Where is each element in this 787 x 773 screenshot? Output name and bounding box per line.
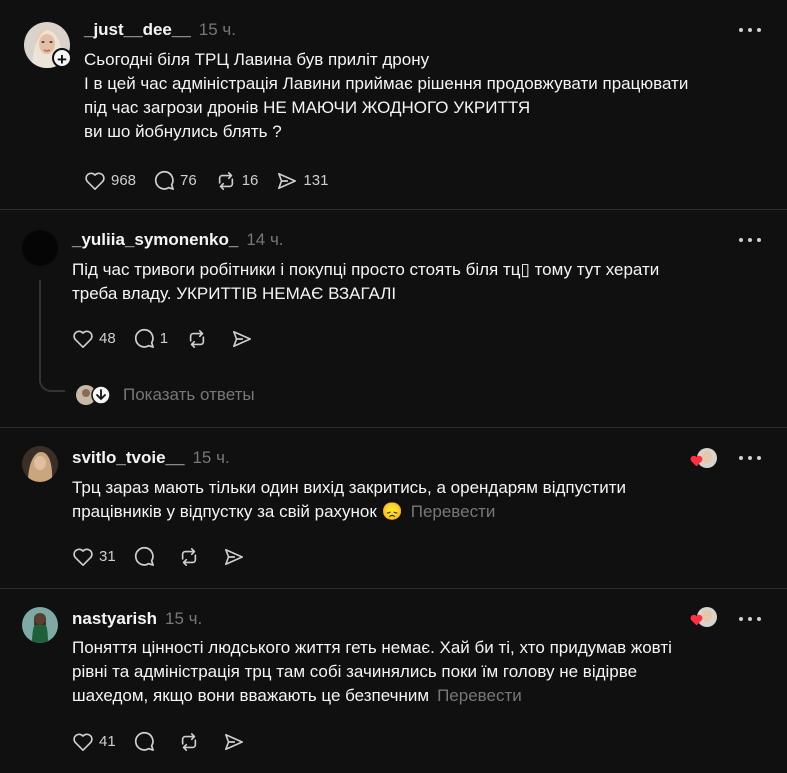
comment-icon (134, 328, 154, 348)
text-line: працівників у відпустку за свій рахунок … (72, 500, 626, 524)
text-line-content: працівників у відпустку за свій рахунок (72, 502, 377, 521)
comment-3: svitlo_tvoie__ 15 ч. Трц зараз мають тіль… (0, 428, 787, 588)
action-bar: 968 76 16 131 (84, 170, 346, 191)
liked-by-author (690, 607, 718, 629)
avatar[interactable] (22, 607, 58, 643)
comment-text: Трц зараз мають тільки один вихід закрит… (72, 476, 626, 524)
like-count: 48 (99, 330, 116, 347)
comment-text: Під час тривоги робітники і покупці прос… (72, 258, 659, 306)
repost-icon (218, 171, 233, 190)
share-button[interactable]: 131 (276, 171, 328, 191)
sad-emoji: 😞 (381, 502, 403, 521)
like-button[interactable]: 48 (72, 329, 116, 349)
timestamp[interactable]: 15 ч. (199, 20, 236, 39)
share-count: 131 (303, 172, 329, 189)
like-button[interactable]: 41 (72, 732, 116, 752)
comment-header: nastyarish 15 ч. (72, 609, 202, 629)
more-options-icon[interactable] (738, 236, 762, 244)
username[interactable]: svitlo_tvoie__ (72, 448, 184, 467)
send-icon (233, 330, 252, 347)
username[interactable]: nastyarish (72, 609, 157, 628)
repost-icon (181, 732, 196, 751)
heart-icon (690, 455, 703, 467)
username[interactable]: _just__dee__ (84, 20, 191, 39)
reply-button[interactable] (134, 731, 160, 752)
text-line: ви шо йобнулись блять ? (84, 122, 282, 141)
more-options-icon[interactable] (738, 454, 762, 462)
timestamp[interactable]: 15 ч. (165, 609, 202, 628)
comment-2: _yuliia_symonenko_ 14 ч. Під час тривоги … (0, 210, 787, 427)
heart-icon (73, 733, 93, 751)
like-button[interactable]: 968 (84, 171, 136, 191)
repost-button[interactable] (186, 329, 213, 349)
thread-line (39, 280, 41, 375)
reply-button[interactable]: 1 (134, 328, 168, 349)
more-options-icon[interactable] (738, 615, 762, 623)
send-icon (224, 548, 243, 565)
send-icon (278, 172, 297, 189)
heart-icon (73, 548, 93, 566)
reply-count: 76 (180, 172, 197, 189)
comment-text: Поняття цінності людського життя геть не… (72, 636, 672, 708)
arrow-down-icon (91, 385, 111, 405)
text-line-content: шахедом, якщо вони вважають це безпечним (72, 686, 430, 705)
comment-1: + _just__dee__ 15 ч. Сьогодні біля ТРЦ Ла… (0, 0, 787, 209)
translate-link[interactable]: Перевести (437, 686, 522, 705)
thread-curve (39, 368, 65, 392)
comment-icon (154, 170, 174, 190)
text-line: Під час тривоги робітники і покупці прос… (72, 260, 660, 279)
heart-icon (85, 172, 105, 190)
action-bar: 48 1 (72, 328, 276, 349)
show-replies-label: Показать ответы (123, 385, 255, 404)
reply-button[interactable] (134, 546, 160, 567)
like-count: 41 (99, 733, 116, 750)
like-button[interactable]: 31 (72, 547, 116, 567)
share-button[interactable] (231, 329, 258, 349)
avatar[interactable] (22, 230, 58, 266)
repost-count: 16 (241, 172, 259, 189)
repost-button[interactable] (178, 732, 205, 752)
text-line: треба владу. УКРИТТІВ НЕМАЄ ВЗАГАЛІ (72, 284, 397, 303)
like-count: 968 (111, 172, 137, 189)
share-button[interactable] (223, 547, 250, 567)
text-line: Трц зараз мають тільки один вихід закрит… (72, 478, 626, 497)
repost-button[interactable]: 16 (215, 171, 259, 191)
text-line: Сьогодні біля ТРЦ Лавина був приліт дрон… (84, 50, 430, 69)
liked-by-author (690, 448, 718, 470)
share-button[interactable] (223, 732, 250, 752)
heart-icon (690, 614, 703, 626)
comment-header: _just__dee__ 15 ч. (84, 20, 236, 40)
timestamp[interactable]: 15 ч. (192, 448, 229, 467)
text-line: І в цей час адміністрація Лавини приймає… (84, 74, 689, 93)
send-icon (224, 733, 243, 750)
text-line: шахедом, якщо вони вважають це безпечним… (72, 684, 672, 708)
reply-button[interactable]: 76 (154, 170, 197, 191)
repost-icon (181, 547, 196, 566)
text-line: рівні та адміністрація трц там собі зачи… (72, 662, 638, 681)
action-bar: 31 (72, 546, 268, 567)
comment-icon (134, 546, 154, 566)
text-line: під час загрози дронів НЕ МАЮЧИ ЖОДНОГО … (84, 98, 531, 117)
repost-button[interactable] (178, 547, 205, 567)
reply-count: 1 (159, 330, 169, 347)
like-count: 31 (99, 548, 116, 565)
repost-icon (189, 329, 205, 348)
show-replies-button[interactable]: Показать ответы (76, 384, 276, 406)
comment-text: Сьогодні біля ТРЦ Лавина був приліт дрон… (84, 48, 688, 144)
more-options-icon[interactable] (738, 26, 762, 34)
comment-4: nastyarish 15 ч. Поняття цінності людсько… (0, 589, 787, 773)
text-line: Поняття цінності людського життя геть не… (72, 638, 672, 657)
username[interactable]: _yuliia_symonenko_ (72, 230, 238, 249)
comment-header: _yuliia_symonenko_ 14 ч. (72, 230, 284, 250)
heart-icon (73, 330, 93, 348)
comment-icon (134, 731, 154, 751)
timestamp[interactable]: 14 ч. (246, 230, 283, 249)
avatar[interactable] (22, 446, 58, 482)
action-bar: 41 (72, 731, 268, 752)
follow-plus-icon[interactable]: + (52, 48, 72, 69)
translate-link[interactable]: Перевести (411, 502, 496, 521)
comment-header: svitlo_tvoie__ 15 ч. (72, 448, 230, 468)
